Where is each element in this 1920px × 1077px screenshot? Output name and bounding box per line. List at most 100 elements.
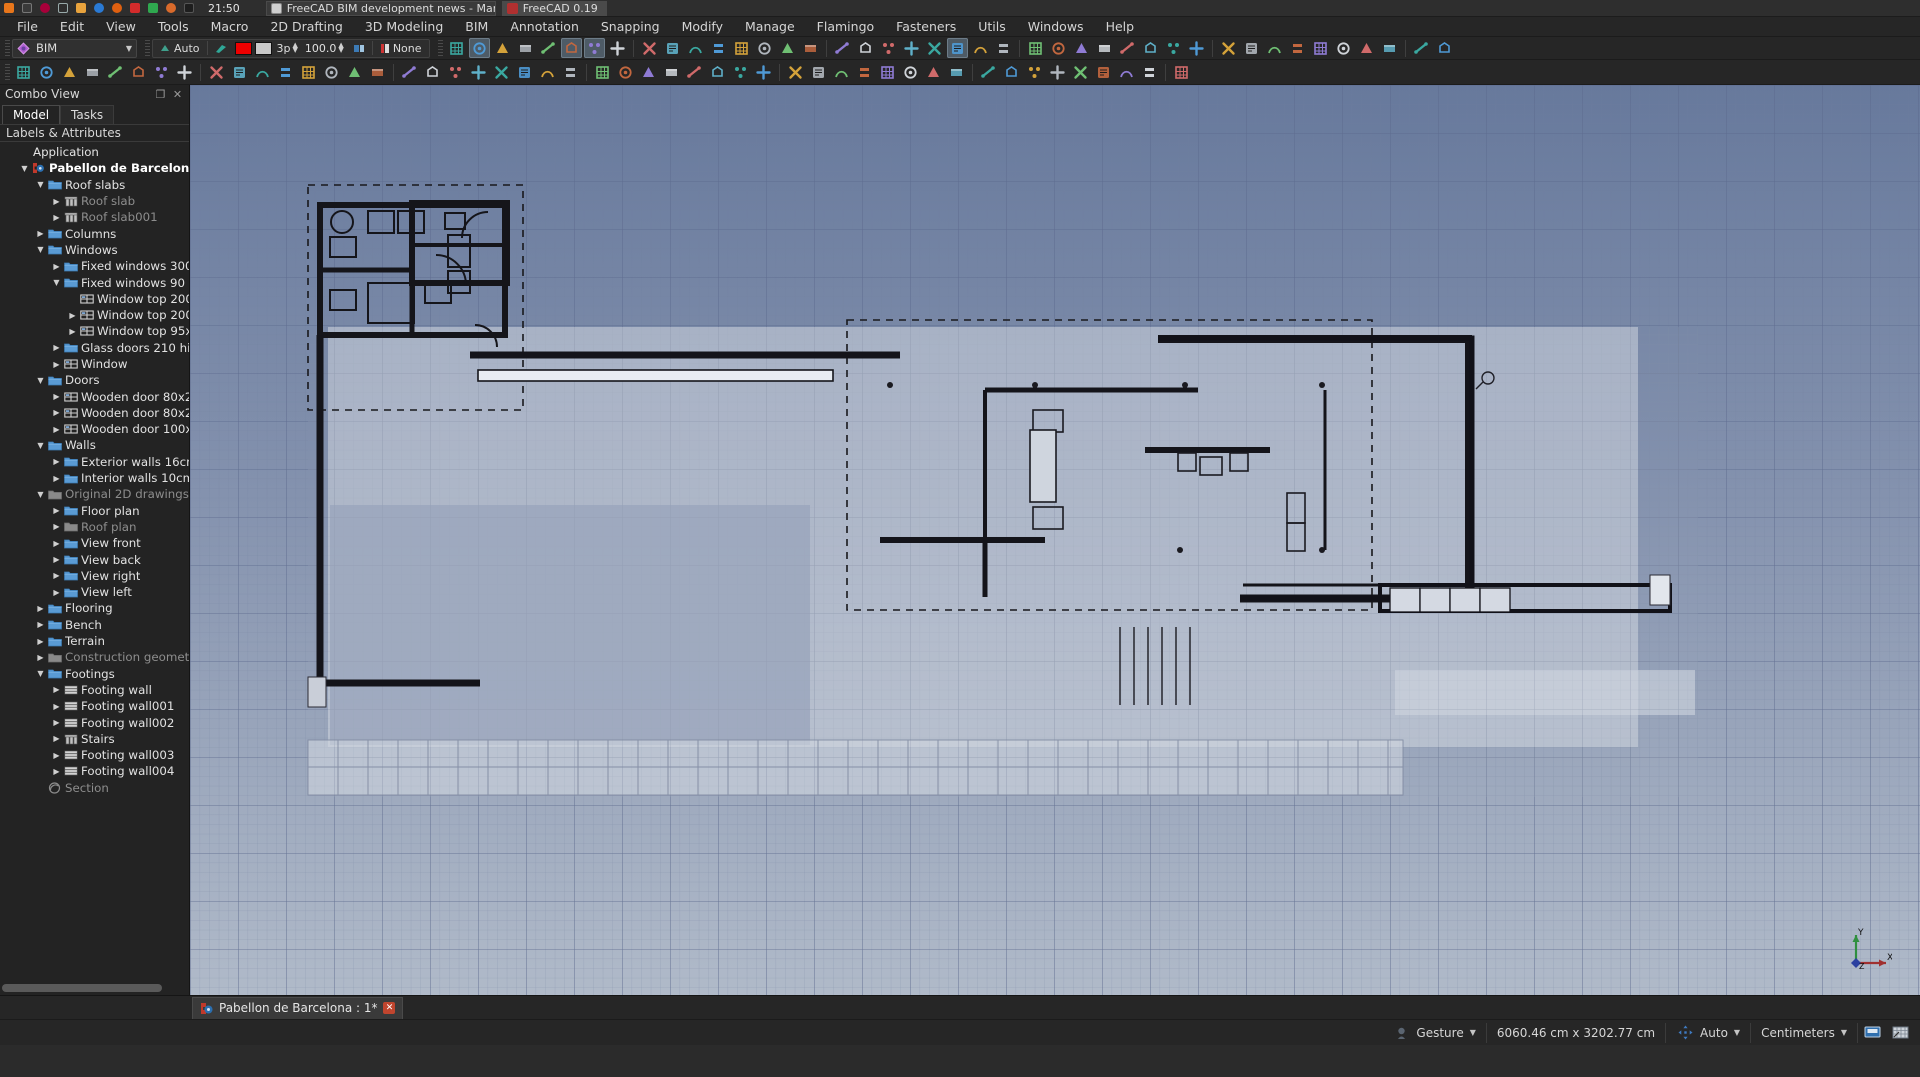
tree-item[interactable]: ▼ Windows — [0, 242, 189, 258]
x-logo-icon[interactable] — [1, 2, 17, 15]
3d-view[interactable]: X Y Z — [190, 85, 1920, 995]
chevron-down-icon[interactable]: ▼ — [1734, 1028, 1740, 1037]
panel-icon[interactable] — [537, 62, 558, 82]
chevron-right-icon[interactable]: ▶ — [50, 522, 63, 531]
navigation-style-cell[interactable]: Gesture ▼ — [1382, 1023, 1485, 1043]
toggle-construction-button[interactable] — [349, 40, 369, 57]
line-color-swatch[interactable] — [234, 41, 252, 55]
menu-tools[interactable]: Tools — [147, 17, 200, 36]
snap-midpoint-icon[interactable] — [515, 38, 536, 58]
rebar-icon[interactable] — [878, 38, 899, 58]
survey-icon[interactable] — [808, 62, 829, 82]
point-icon[interactable] — [298, 62, 319, 82]
chevron-right-icon[interactable]: ▶ — [50, 213, 63, 222]
tree-item[interactable]: ▶ Construction geometry — [0, 649, 189, 665]
toolbar-grip[interactable] — [437, 39, 443, 57]
folder-icon[interactable] — [73, 2, 89, 15]
section-plane-icon[interactable] — [730, 62, 751, 82]
tree-item[interactable]: ▶ Roof plan — [0, 519, 189, 535]
wall-icon[interactable] — [832, 38, 853, 58]
tree-item[interactable]: ▶ View left — [0, 584, 189, 600]
tree-item[interactable]: ▶ Interior walls 10cm — [0, 470, 189, 486]
chevron-right-icon[interactable]: ▶ — [50, 425, 63, 434]
remove-icon[interactable] — [1093, 62, 1114, 82]
tree-item[interactable]: ▶ Footing wall003 — [0, 747, 189, 763]
chevron-right-icon[interactable]: ▶ — [34, 604, 47, 613]
auto-dimension-cell[interactable]: Auto ▼ — [1665, 1022, 1750, 1043]
chevron-right-icon[interactable]: ▶ — [50, 734, 63, 743]
roof-icon[interactable] — [468, 62, 489, 82]
tree-item[interactable]: ▶ Glass doors 210 high — [0, 340, 189, 356]
menu-3d-modeling[interactable]: 3D Modeling — [354, 17, 454, 36]
tree-item[interactable]: ▶ Footing wall — [0, 682, 189, 698]
tree-item[interactable]: ▶ Window top 200x90 — [0, 307, 189, 323]
menu-modify[interactable]: Modify — [671, 17, 734, 36]
tree-item[interactable]: ▶ Floor plan — [0, 503, 189, 519]
tree-item[interactable]: ▼ Walls — [0, 437, 189, 453]
scale-icon[interactable] — [978, 62, 999, 82]
apply-style-button[interactable] — [211, 40, 232, 57]
survey-icon[interactable] — [1434, 38, 1455, 58]
tree-item[interactable]: ▶ Footing wall004 — [0, 763, 189, 779]
chevron-down-icon[interactable]: ▼ — [50, 278, 63, 287]
chevron-right-icon[interactable]: ▶ — [50, 751, 63, 760]
menu-2d-drafting[interactable]: 2D Drafting — [259, 17, 353, 36]
gimp-icon[interactable] — [109, 2, 125, 15]
new-icon[interactable] — [13, 62, 34, 82]
open-icon[interactable] — [36, 62, 57, 82]
bezier-icon[interactable] — [275, 62, 296, 82]
chevron-right-icon[interactable]: ▶ — [50, 474, 63, 483]
chevron-down-icon[interactable]: ▼ — [34, 180, 47, 189]
text-icon[interactable] — [1287, 38, 1308, 58]
snap-angle-icon[interactable] — [777, 38, 798, 58]
chevron-down-icon[interactable]: ▼ — [34, 490, 47, 499]
snap-cross-icon[interactable] — [731, 38, 752, 58]
chevron-right-icon[interactable]: ▶ — [50, 718, 63, 727]
tree-item[interactable]: Application — [0, 144, 189, 160]
stairs-icon[interactable] — [491, 62, 512, 82]
structure-icon[interactable] — [344, 62, 365, 82]
transparency-spinbox[interactable]: 100.0 ▲ ▼ — [303, 42, 346, 55]
snap-lock-icon[interactable] — [468, 38, 490, 58]
upgrade-icon[interactable] — [1139, 62, 1160, 82]
tree-item[interactable]: ▶ View front — [0, 535, 189, 551]
panel-icon[interactable] — [1186, 38, 1207, 58]
wall-icon[interactable] — [321, 62, 342, 82]
component-icon[interactable] — [707, 62, 728, 82]
snap-special-icon[interactable] — [639, 38, 660, 58]
tree-item[interactable]: ▼ Roof slabs — [0, 177, 189, 193]
polygon-icon[interactable] — [229, 62, 250, 82]
ifc-explorer-icon[interactable] — [831, 62, 852, 82]
material-icon[interactable] — [1218, 38, 1239, 58]
model-tree[interactable]: Application ▼ Pabellon de Barcelona ▼ Roof s… — [0, 142, 189, 981]
workbench-selector[interactable]: BIM ▼ — [12, 38, 137, 58]
building-icon[interactable] — [1048, 38, 1069, 58]
tree-item[interactable]: ▶ Roof slab001 — [0, 209, 189, 225]
flatpak-icon[interactable] — [127, 2, 143, 15]
structure-icon[interactable] — [855, 38, 876, 58]
tree-item[interactable]: ▶ Footing wall002 — [0, 714, 189, 730]
tree-item[interactable]: ▶ Window top 95x90 — [0, 323, 189, 339]
chevron-right-icon[interactable]: ▶ — [50, 588, 63, 597]
spreadsheet-icon[interactable] — [1264, 38, 1285, 58]
chevron-down-icon[interactable]: ▼ — [34, 669, 47, 678]
downgrade-icon[interactable] — [1171, 62, 1192, 82]
menu-bim[interactable]: BIM — [454, 17, 499, 36]
pipe-icon[interactable] — [1140, 38, 1161, 58]
pipe-connector-icon[interactable] — [684, 62, 705, 82]
tree-item[interactable]: ▶ Stairs — [0, 731, 189, 747]
chevron-right-icon[interactable]: ▶ — [66, 327, 79, 336]
circle-icon[interactable] — [128, 62, 149, 82]
grid-snap-toggle-cell[interactable] — [1886, 1023, 1914, 1043]
menu-annotation[interactable]: Annotation — [499, 17, 590, 36]
trim-icon[interactable] — [946, 62, 967, 82]
bspline-icon[interactable] — [252, 62, 273, 82]
square-icon[interactable] — [19, 2, 35, 15]
text-style-button[interactable]: None — [376, 40, 426, 57]
door-icon[interactable] — [924, 38, 945, 58]
debian-icon[interactable] — [37, 2, 53, 15]
tree-item[interactable]: ▼ Fixed windows 90 high — [0, 274, 189, 290]
chevron-right-icon[interactable]: ▶ — [50, 539, 63, 548]
tree-item[interactable]: ▶ Terrain — [0, 633, 189, 649]
door-icon[interactable] — [422, 62, 443, 82]
